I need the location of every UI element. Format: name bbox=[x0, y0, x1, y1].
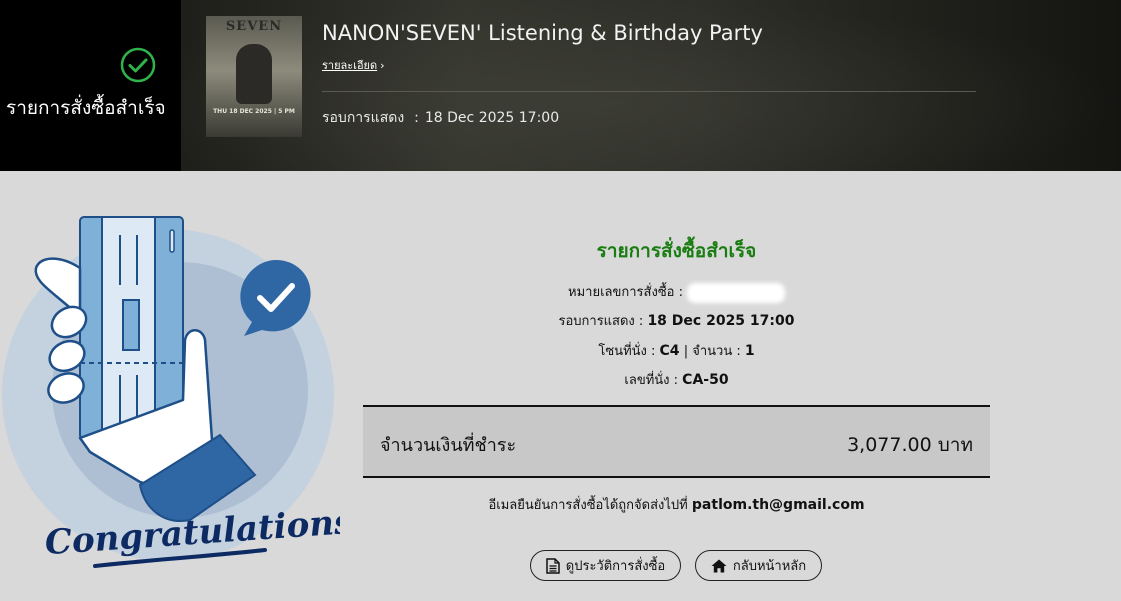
showtime-label: รอบการแสดง bbox=[322, 110, 405, 126]
zone-value: C4 bbox=[659, 343, 680, 359]
order-history-label[interactable]: ดูประวัติการสั่งซื้อ bbox=[566, 555, 665, 576]
total-value: 3,077.00 บาท bbox=[847, 434, 973, 456]
event-banner: SEVEN THU 18 DEC 2025 | 5 PM NANON'SEVEN… bbox=[181, 0, 1121, 171]
event-title: NANON'SEVEN' Listening & Birthday Party bbox=[322, 21, 763, 45]
qty-separator: | bbox=[683, 344, 689, 359]
poster-date: THU 18 DEC 2025 | 5 PM bbox=[213, 108, 295, 115]
poster-figure bbox=[236, 44, 272, 104]
summary-showtime-row: รอบการแสดง : 18 Dec 2025 17:00 bbox=[363, 310, 990, 331]
status-panel: รายการสั่งซื้อสำเร็จ bbox=[0, 0, 181, 171]
showtime-separator: : bbox=[414, 110, 419, 126]
header-showtime: รอบการแสดง:18 Dec 2025 17:00 bbox=[322, 107, 559, 129]
total-payment-box: จำนวนเงินที่ชำระ 3,077.00 บาท bbox=[363, 405, 990, 478]
summary-showtime-value: 18 Dec 2025 17:00 bbox=[647, 313, 795, 329]
zone-label: โซนที่นั่ง : bbox=[598, 344, 656, 359]
qty-value: 1 bbox=[744, 343, 755, 359]
event-poster[interactable]: SEVEN THU 18 DEC 2025 | 5 PM bbox=[206, 16, 302, 137]
redacted-order-number bbox=[686, 282, 785, 303]
summary-heading: รายการสั่งซื้อสำเร็จ bbox=[596, 240, 757, 262]
total-label: จำนวนเงินที่ชำระ bbox=[380, 435, 517, 456]
back-home-label[interactable]: กลับหน้าหลัก bbox=[733, 555, 806, 576]
summary-showtime-label: รอบการแสดง : bbox=[558, 314, 644, 329]
showtime-value: 18 Dec 2025 17:00 bbox=[424, 110, 560, 126]
chevron-right-icon: › bbox=[380, 59, 385, 72]
order-history-button[interactable]: ดูประวัติการสั่งซื้อ bbox=[530, 550, 681, 581]
home-icon bbox=[711, 559, 727, 572]
back-home-button[interactable]: กลับหน้าหลัก bbox=[695, 550, 822, 581]
order-number-row: หมายเลขการสั่งซื้อ : bbox=[363, 281, 990, 303]
success-check-icon bbox=[120, 47, 156, 83]
email-text: อีเมลยืนยันการสั่งซื้อได้ถูกจัดส่งไปที่ bbox=[488, 498, 688, 513]
details-link[interactable]: รายละเอียด › bbox=[322, 56, 385, 74]
email-value: patlom.th@gmail.com bbox=[691, 497, 865, 513]
zone-qty-row: โซนที่นั่ง : C4 | จำนวน : 1 bbox=[363, 340, 990, 361]
poster-title: SEVEN bbox=[225, 19, 283, 34]
order-number-label: หมายเลขการสั่งซื้อ : bbox=[568, 285, 683, 300]
seat-value: CA-50 bbox=[682, 372, 729, 388]
order-header: รายการสั่งซื้อสำเร็จ SEVEN THU 18 DEC 20… bbox=[0, 0, 1121, 171]
seat-row: เลขที่นั่ง : CA-50 bbox=[363, 369, 990, 390]
qty-label: จำนวน : bbox=[692, 344, 741, 359]
status-text: รายการสั่งซื้อสำเร็จ bbox=[6, 97, 166, 119]
seat-label: เลขที่นั่ง : bbox=[624, 373, 679, 388]
details-link-label[interactable]: รายละเอียด bbox=[322, 59, 377, 72]
email-confirmation: อีเมลยืนยันการสั่งซื้อได้ถูกจัดส่งไปที่ … bbox=[363, 494, 990, 515]
document-icon bbox=[546, 557, 560, 574]
congratulations-illustration: Congratulations bbox=[2, 216, 340, 568]
divider bbox=[322, 91, 976, 92]
